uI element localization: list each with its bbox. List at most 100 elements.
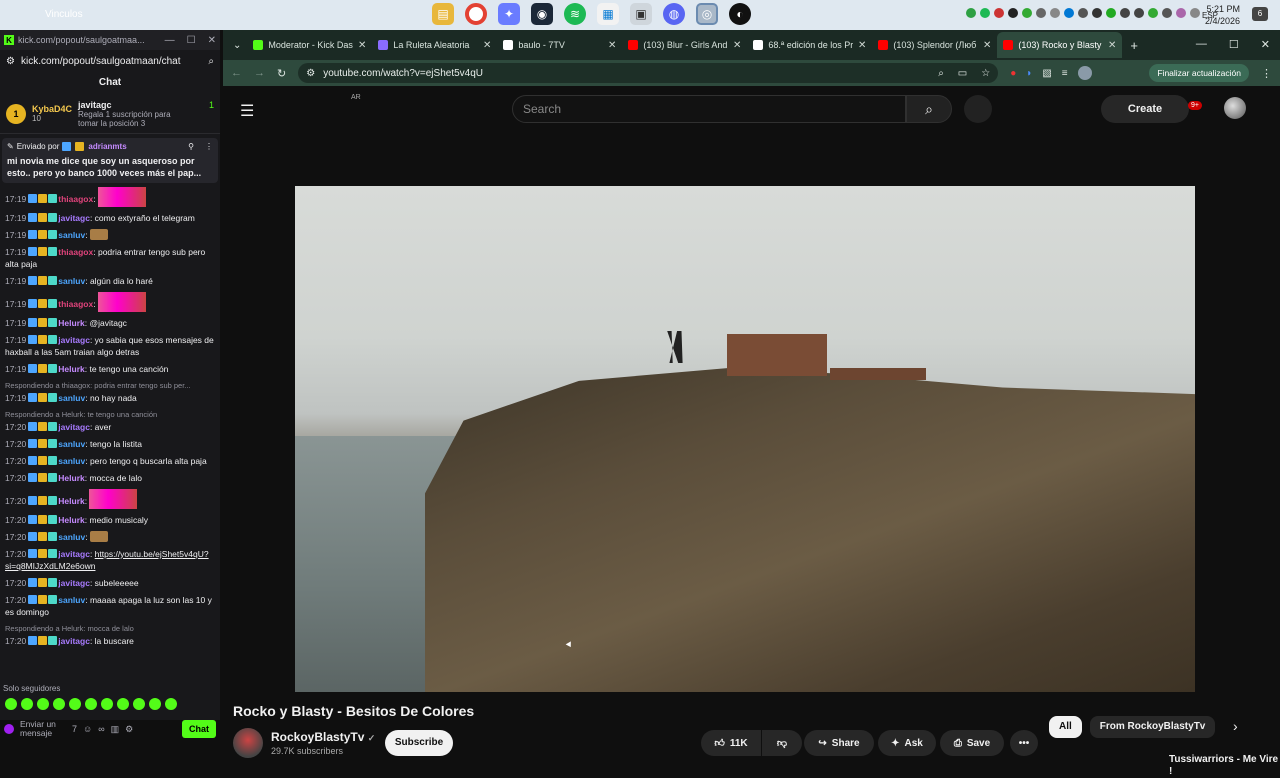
related-video-title[interactable]: Tussiwarriors - Me Vire ! bbox=[1169, 754, 1280, 778]
message-username[interactable]: javitagc bbox=[58, 578, 90, 588]
tab-close-icon[interactable]: ✕ bbox=[608, 40, 616, 51]
message-username[interactable]: javitagc bbox=[58, 335, 90, 345]
message-username[interactable]: sanluv bbox=[58, 230, 85, 240]
tray-app3-icon[interactable] bbox=[1106, 8, 1116, 18]
search-input[interactable]: Search bbox=[512, 95, 906, 123]
close-icon[interactable]: ✕ bbox=[208, 35, 216, 46]
settings-icon[interactable]: ⚙ bbox=[125, 724, 133, 735]
tray-discord-icon[interactable] bbox=[1092, 8, 1102, 18]
channel-avatar[interactable] bbox=[233, 728, 263, 758]
site-settings-icon[interactable]: ⚙ bbox=[6, 56, 15, 67]
message-username[interactable]: thiaagox bbox=[58, 247, 93, 257]
minimize-icon[interactable]: — bbox=[1196, 38, 1207, 51]
emote-icon[interactable] bbox=[133, 698, 145, 710]
forward-icon[interactable]: → bbox=[254, 67, 265, 79]
video-player[interactable] bbox=[295, 186, 1195, 692]
browser-tab[interactable]: Moderator - Kick Dash ✕ bbox=[247, 32, 372, 58]
emote-icon[interactable] bbox=[117, 698, 129, 710]
tab-close-icon[interactable]: ✕ bbox=[1108, 40, 1116, 51]
subscribe-button[interactable]: Subscribe bbox=[385, 730, 453, 756]
maximize-icon[interactable]: ☐ bbox=[187, 35, 196, 46]
notifications-button[interactable]: 9+ bbox=[1188, 94, 1202, 112]
send-chat-button[interactable]: Chat bbox=[182, 720, 216, 738]
share-button[interactable]: ↪ Share bbox=[804, 730, 874, 756]
tray-spotify-icon[interactable] bbox=[980, 8, 990, 18]
reply-context[interactable]: Respondiendo a thiaagox: podria entrar t… bbox=[5, 380, 215, 392]
extension-audio-icon[interactable]: ◗ bbox=[1026, 68, 1032, 79]
chip-from-channel[interactable]: From RockoyBlastyTv bbox=[1089, 716, 1216, 738]
tab-close-icon[interactable]: ✕ bbox=[983, 40, 991, 51]
emote-icon[interactable] bbox=[37, 698, 49, 710]
browser-tab[interactable]: (103) Blur - Girls And B ✕ bbox=[622, 32, 747, 58]
store-icon[interactable]: ▦ bbox=[597, 3, 619, 25]
chip-all[interactable]: All bbox=[1049, 716, 1082, 738]
emote-icon[interactable] bbox=[101, 698, 113, 710]
message-username[interactable]: Helurk bbox=[58, 496, 84, 506]
zoom-icon[interactable]: ⌕ bbox=[938, 68, 944, 79]
search-button[interactable]: ⌕ bbox=[906, 95, 952, 123]
copilot-icon[interactable]: ✦ bbox=[498, 3, 520, 25]
emote-icon[interactable] bbox=[69, 698, 81, 710]
reply-context[interactable]: Respondiendo a Helurk: te tengo una canc… bbox=[5, 409, 215, 421]
chat-url-bar[interactable]: ⚙ kick.com/popout/saulgoatmaan/chat ⌕ bbox=[0, 50, 220, 72]
message-username[interactable]: javitagc bbox=[58, 549, 90, 559]
extensions-puzzle-icon[interactable]: ▧ bbox=[1042, 68, 1051, 79]
tray-nvidia-icon[interactable] bbox=[1022, 8, 1032, 18]
unpin-icon[interactable]: ⚲ bbox=[188, 142, 194, 151]
profile-avatar[interactable] bbox=[1077, 66, 1092, 80]
message-username[interactable]: thiaagox bbox=[58, 194, 93, 204]
tray-battery-icon[interactable] bbox=[1162, 8, 1172, 18]
emote-icon[interactable] bbox=[85, 698, 97, 710]
create-button[interactable]: Create bbox=[1101, 95, 1189, 123]
channel-name[interactable]: RockoyBlastyTv ✓ bbox=[271, 730, 375, 744]
reload-icon[interactable]: ↻ bbox=[277, 67, 286, 80]
dislike-button[interactable]: 👎︎ bbox=[762, 730, 802, 756]
notification-center-badge[interactable]: 6 bbox=[1252, 7, 1268, 21]
browser-tab[interactable]: baulo - 7TV ✕ bbox=[497, 32, 622, 58]
browser-tab[interactable]: 68.ª edición de los Pre ✕ bbox=[747, 32, 872, 58]
mic-icon[interactable] bbox=[4, 724, 14, 734]
message-username[interactable]: sanluv bbox=[58, 393, 85, 403]
message-username[interactable]: Helurk bbox=[58, 473, 84, 483]
chips-next-icon[interactable]: › bbox=[1233, 718, 1238, 734]
voice-search-button[interactable] bbox=[964, 95, 992, 123]
reply-context[interactable]: Respondiendo a Helurk: mocca de lalo bbox=[5, 623, 215, 635]
tray-obs-icon[interactable] bbox=[1008, 8, 1018, 18]
chrome-icon[interactable] bbox=[465, 3, 487, 25]
seven-tv-icon[interactable]: 7 bbox=[72, 724, 77, 734]
message-username[interactable]: Helurk bbox=[58, 318, 84, 328]
close-icon[interactable]: ✕ bbox=[1261, 38, 1270, 51]
zoom-icon[interactable]: ⌕ bbox=[208, 56, 214, 67]
discord-icon[interactable]: ◍ bbox=[663, 3, 685, 25]
tab-close-icon[interactable]: ✕ bbox=[858, 40, 866, 51]
message-username[interactable]: sanluv bbox=[58, 532, 85, 542]
like-button[interactable]: 👍︎ 11K bbox=[701, 730, 761, 756]
browser-tab[interactable]: (103) Rocko y Blasty - ✕ bbox=[997, 32, 1123, 58]
message-username[interactable]: sanluv bbox=[58, 456, 85, 466]
gift-icon[interactable]: ▥ bbox=[111, 724, 120, 735]
pinned-message[interactable]: ✎ Enviado por adrianmts ⚲ ⋮ mi novia me … bbox=[2, 138, 218, 183]
emote-icon[interactable] bbox=[21, 698, 33, 710]
tray-app4-icon[interactable] bbox=[1148, 8, 1158, 18]
reading-list-icon[interactable]: ≡ bbox=[1062, 68, 1068, 79]
tray-record-icon[interactable] bbox=[994, 8, 1004, 18]
tray-volume-icon[interactable] bbox=[1134, 8, 1144, 18]
omnibox[interactable]: ⚙ youtube.com/watch?v=ejShet5v4qU ⌕ ▭ ☆ bbox=[298, 63, 999, 83]
more-actions-button[interactable]: ••• bbox=[1010, 730, 1038, 756]
message-username[interactable]: javitagc bbox=[58, 636, 90, 646]
finish-update-button[interactable]: Finalizar actualización bbox=[1149, 64, 1249, 82]
gift-leaderboard[interactable]: 1 KybaD4C 10 javitagc Regala 1 suscripci… bbox=[0, 94, 220, 134]
message-username[interactable]: Helurk bbox=[58, 515, 84, 525]
more-options-icon[interactable]: ⋮ bbox=[205, 142, 213, 151]
tray-wifi-icon[interactable] bbox=[1120, 8, 1130, 18]
tray-app-icon[interactable] bbox=[966, 8, 976, 18]
browser-tab[interactable]: La Ruleta Aleatoria ✕ bbox=[372, 32, 497, 58]
bookmark-star-icon[interactable]: ☆ bbox=[981, 68, 990, 79]
tab-close-icon[interactable]: ✕ bbox=[483, 40, 491, 51]
emoji-icon[interactable]: ☺ bbox=[83, 724, 92, 734]
new-tab-icon[interactable]: + bbox=[1130, 38, 1138, 53]
back-icon[interactable]: ← bbox=[231, 67, 242, 79]
file-explorer-icon[interactable]: ▤ bbox=[432, 3, 454, 25]
message-username[interactable]: sanluv bbox=[58, 276, 85, 286]
maximize-icon[interactable]: ☐ bbox=[1229, 38, 1239, 51]
